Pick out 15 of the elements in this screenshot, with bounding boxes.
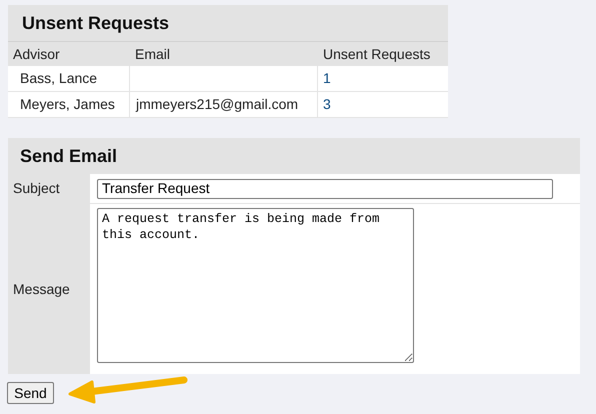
subject-field[interactable]: Transfer Request xyxy=(97,178,553,198)
panel-title: Send Email xyxy=(20,144,118,168)
send-button[interactable]: Send xyxy=(7,382,54,404)
column-header: Advisor xyxy=(12,44,61,64)
table-cell-text: jmmeyers215@gmail.com xyxy=(136,95,298,114)
column-header: Unsent Requests xyxy=(322,44,432,64)
field-label: Subject xyxy=(13,179,60,198)
table-cell-text: Bass, Lance xyxy=(20,69,98,88)
field-label: Message xyxy=(13,280,70,299)
table-cell-text: 3 xyxy=(323,95,331,114)
panel-title: Unsent Requests xyxy=(22,12,170,35)
column-header: Email xyxy=(134,44,172,64)
message-field[interactable]: A request transfer is being made from this account. xyxy=(97,208,414,363)
table-cell-text: Meyers, James xyxy=(20,95,115,114)
table-cell-text: 1 xyxy=(323,69,331,88)
